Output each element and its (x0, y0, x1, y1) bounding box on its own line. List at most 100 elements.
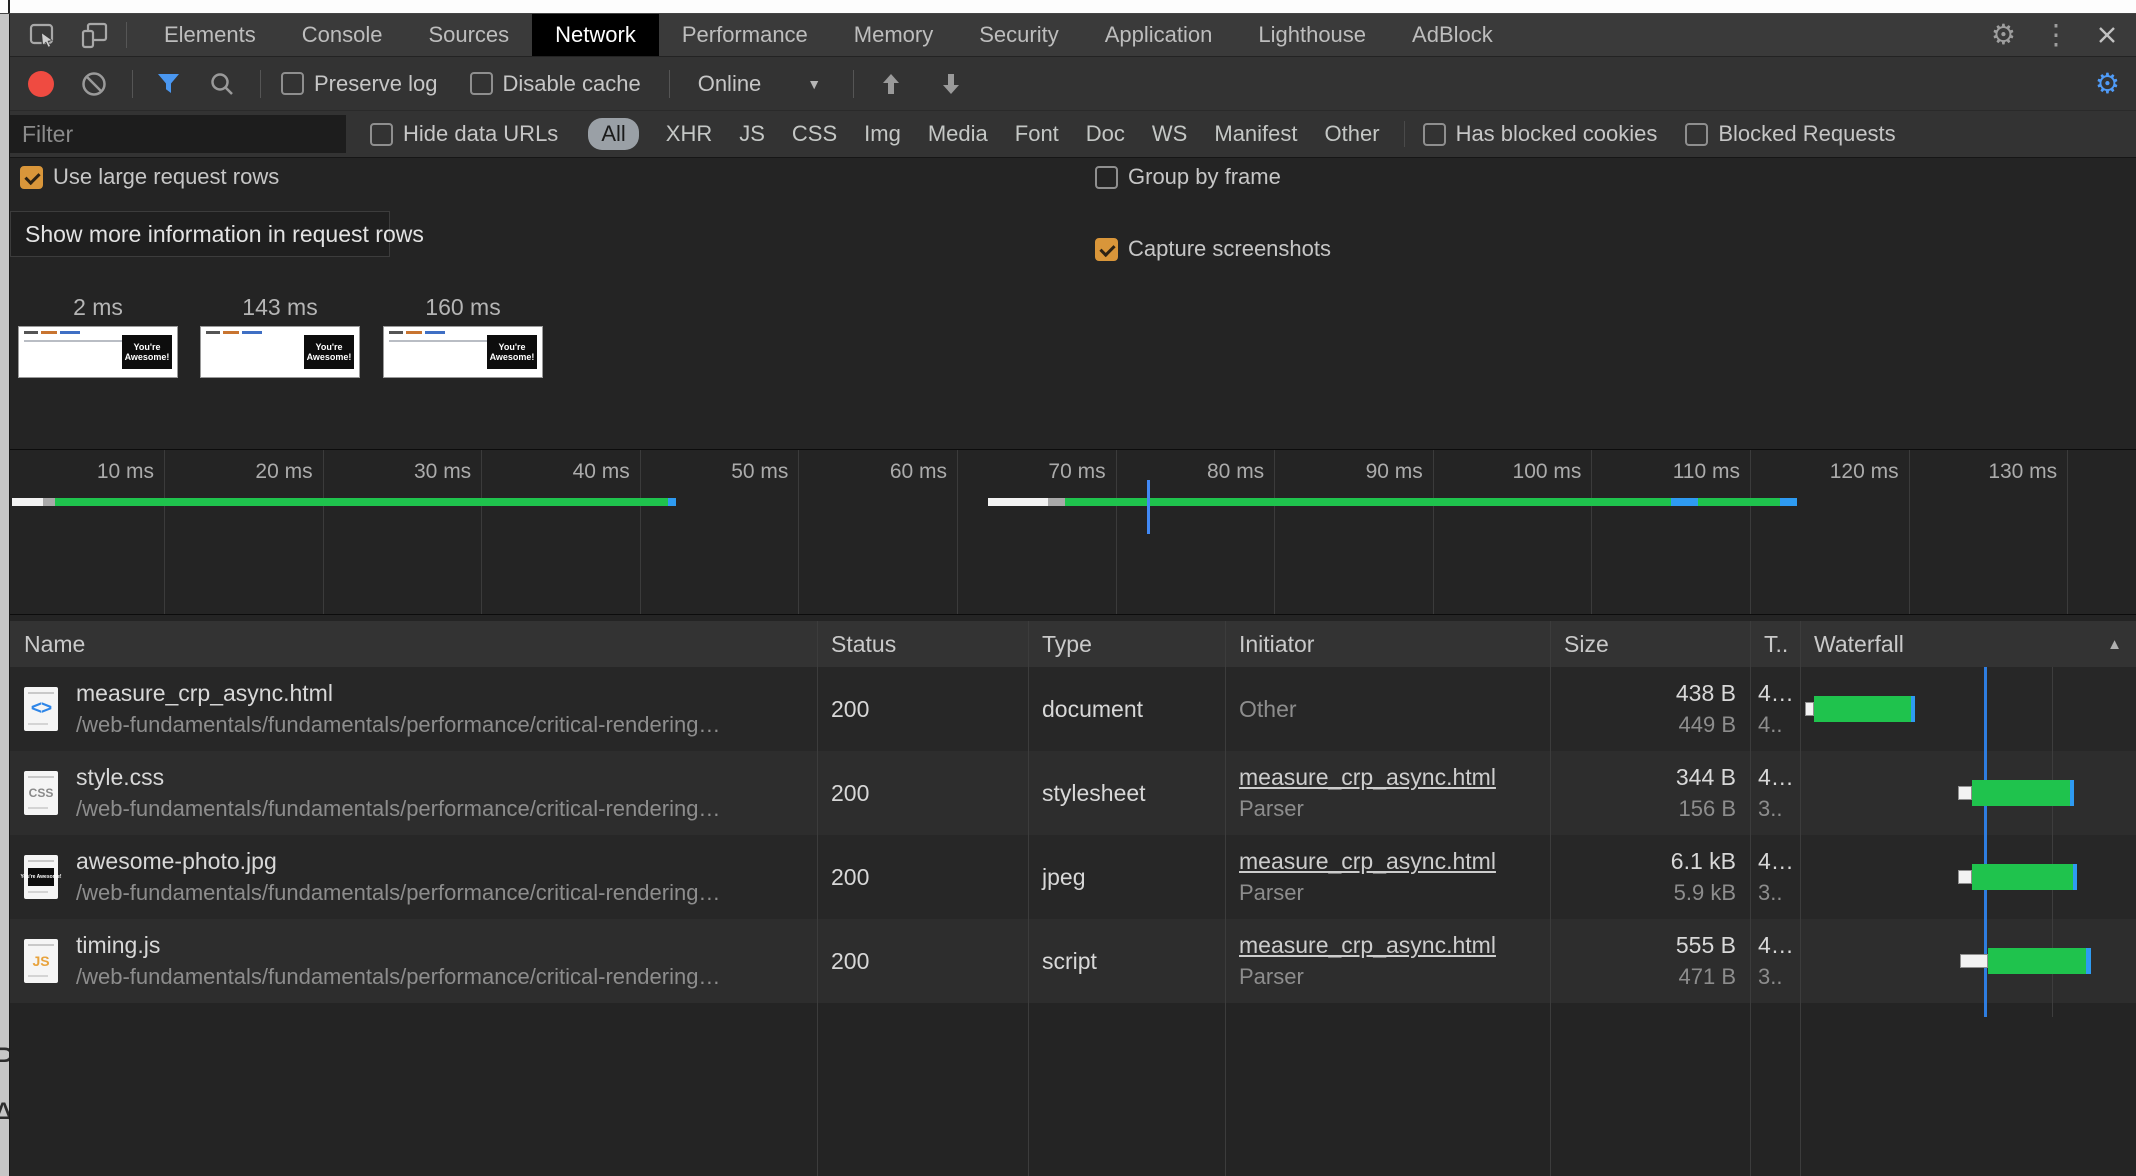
column-header-waterfall[interactable]: Waterfall▲ (1800, 621, 2136, 667)
disable-cache-checkbox[interactable] (470, 72, 493, 95)
tab-console[interactable]: Console (279, 14, 406, 56)
tab-memory[interactable]: Memory (831, 14, 956, 56)
tab-adblock[interactable]: AdBlock (1389, 14, 1516, 56)
device-toolbar-icon[interactable] (80, 20, 110, 50)
column-header-name[interactable]: Name (10, 621, 817, 667)
name-wrap: JStiming.js/web-fundamentals/fundamental… (24, 919, 817, 1003)
overview-bar-segment (1698, 498, 1780, 506)
filter-type-other[interactable]: Other (1325, 121, 1380, 147)
filmstrip-frame[interactable]: 143 msYou're Awesome! (200, 294, 360, 378)
preserve-log-label: Preserve log (314, 71, 438, 97)
cell-size: 438 B449 B (1550, 667, 1750, 751)
requests-table-header: NameStatusTypeInitiatorSizeT..Waterfall▲ (10, 621, 2136, 668)
filter-type-media[interactable]: Media (928, 121, 988, 147)
request-row[interactable]: You're Awesome!awesome-photo.jpg/web-fun… (10, 835, 2136, 919)
request-path: /web-fundamentals/fundamentals/performan… (76, 712, 720, 738)
throttling-select[interactable]: Online (698, 71, 762, 97)
initiator-link[interactable]: measure_crp_async.html (1239, 932, 1496, 959)
size-resource: 5.9 kB (1674, 880, 1736, 906)
capture-screenshots-checkbox[interactable] (1095, 238, 1118, 261)
close-devtools-icon[interactable] (2096, 24, 2118, 46)
browser-page-top-edge (0, 0, 2136, 14)
group-by-frame-checkbox[interactable] (1095, 166, 1118, 189)
blocked-requests-checkbox[interactable] (1685, 123, 1708, 146)
edge-letter: A (0, 1096, 10, 1135)
size-transferred: 555 B (1676, 932, 1736, 959)
search-icon[interactable] (208, 70, 236, 98)
devtools-window: PA ElementsConsoleSourcesNetworkPerforma… (0, 0, 2136, 1176)
screenshot-header-line (24, 331, 80, 334)
column-header-initiator[interactable]: Initiator (1225, 621, 1550, 667)
filmstrip-frame[interactable]: 160 msYou're Awesome! (383, 294, 543, 378)
clear-network-log-icon[interactable] (80, 70, 108, 98)
tab-sources[interactable]: Sources (405, 14, 532, 56)
column-header-type[interactable]: Type (1028, 621, 1225, 667)
request-name: measure_crp_async.html (76, 680, 720, 707)
request-row[interactable]: JStiming.js/web-fundamentals/fundamental… (10, 919, 2136, 1003)
timeline-tick-label: 40 ms (472, 460, 630, 484)
initiator-link[interactable]: measure_crp_async.html (1239, 848, 1496, 875)
sort-asc-icon[interactable]: ▲ (2107, 636, 2122, 653)
waterfall-bar-segment (1972, 780, 2070, 806)
tab-lighthouse[interactable]: Lighthouse (1235, 14, 1389, 56)
timeline-tick-label: 30 ms (313, 460, 471, 484)
preserve-log-checkbox[interactable] (281, 72, 304, 95)
filter-funnel-icon[interactable] (155, 70, 182, 97)
network-settings-gear-icon[interactable]: ⚙ (2095, 70, 2120, 98)
filter-type-js[interactable]: JS (739, 121, 765, 147)
initiator-kind: Parser (1239, 964, 1304, 990)
frame-screenshot[interactable]: You're Awesome! (18, 326, 178, 378)
screenshot-caption-box: You're Awesome! (487, 335, 537, 369)
cell-time: 4…3.. (1750, 835, 1800, 919)
import-har-icon[interactable] (878, 71, 904, 97)
timeline-tick-label: 130 ms (1899, 460, 2057, 484)
filter-type-manifest[interactable]: Manifest (1214, 121, 1297, 147)
filter-type-ws[interactable]: WS (1152, 121, 1187, 147)
settings-gear-icon[interactable]: ⚙ (1991, 21, 2016, 49)
requests-table-body: <>measure_crp_async.html/web-fundamental… (10, 667, 2136, 1176)
filter-type-all[interactable]: All (588, 118, 638, 150)
tab-application[interactable]: Application (1082, 14, 1236, 56)
filter-type-img[interactable]: Img (864, 121, 901, 147)
tab-performance[interactable]: Performance (659, 14, 831, 56)
request-row[interactable]: <>measure_crp_async.html/web-fundamental… (10, 667, 2136, 751)
column-header-status[interactable]: Status (817, 621, 1028, 667)
header-segment (389, 331, 403, 334)
frame-screenshot[interactable]: You're Awesome! (383, 326, 543, 378)
has-blocked-cookies-label: Has blocked cookies (1456, 121, 1658, 147)
cell-waterfall (1800, 667, 2136, 751)
image-thumbnail: You're Awesome! (28, 868, 54, 886)
overview-bar-segment (43, 498, 55, 506)
has-blocked-cookies-checkbox[interactable] (1423, 123, 1446, 146)
filter-input[interactable] (10, 115, 346, 153)
column-header-size[interactable]: Size (1550, 621, 1750, 667)
cell-name: You're Awesome!awesome-photo.jpg/web-fun… (10, 835, 817, 919)
filter-type-css[interactable]: CSS (792, 121, 837, 147)
initiator-link[interactable]: measure_crp_async.html (1239, 764, 1496, 791)
filter-type-font[interactable]: Font (1015, 121, 1059, 147)
inspect-element-icon[interactable] (28, 20, 58, 50)
use-large-request-rows-checkbox[interactable] (20, 166, 43, 189)
frame-screenshot[interactable]: You're Awesome! (200, 326, 360, 378)
request-row[interactable]: CSSstyle.css/web-fundamentals/fundamenta… (10, 751, 2136, 835)
more-menu-icon[interactable]: ⋮ (2042, 21, 2070, 49)
filmstrip-frame[interactable]: 2 msYou're Awesome! (18, 294, 178, 378)
filter-type-doc[interactable]: Doc (1086, 121, 1125, 147)
export-har-icon[interactable] (938, 71, 964, 97)
timeline-gridline (2067, 450, 2068, 614)
throttling-caret-icon[interactable]: ▼ (807, 76, 821, 92)
tab-security[interactable]: Security (956, 14, 1081, 56)
timeline-tick-label: 100 ms (1423, 460, 1581, 484)
record-network-log-icon[interactable] (28, 71, 54, 97)
waterfall-bar-segment (1911, 696, 1915, 722)
screenshot-header-line (206, 331, 262, 334)
timeline-tick-label: 50 ms (630, 460, 788, 484)
size-resource: 156 B (1679, 796, 1737, 822)
overview-bar-segment (12, 498, 43, 506)
filter-type-xhr[interactable]: XHR (666, 121, 712, 147)
column-header-time[interactable]: T.. (1750, 621, 1800, 667)
tab-network[interactable]: Network (532, 14, 659, 56)
tab-elements[interactable]: Elements (141, 14, 279, 56)
timeline-overview[interactable]: 10 ms20 ms30 ms40 ms50 ms60 ms70 ms80 ms… (10, 449, 2136, 615)
hide-data-urls-checkbox[interactable] (370, 123, 393, 146)
